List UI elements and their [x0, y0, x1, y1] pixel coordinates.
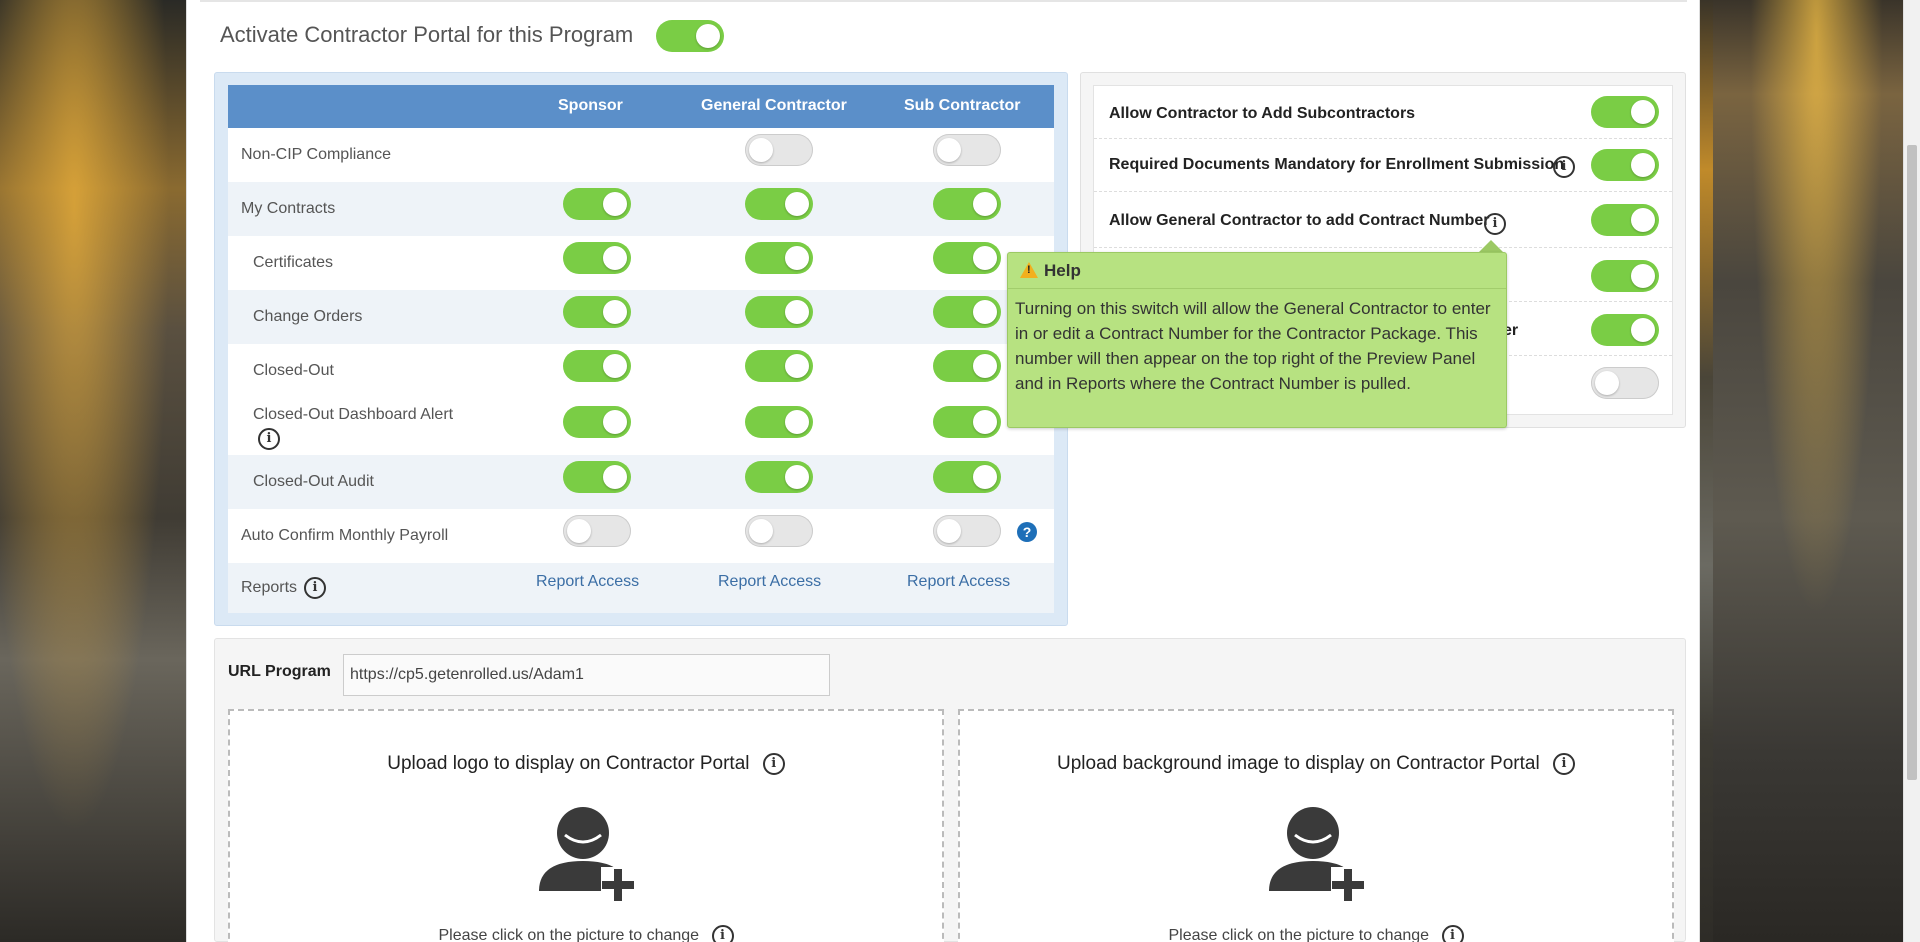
- sub-contractor-toggle[interactable]: [933, 515, 1001, 547]
- info-icon[interactable]: i: [1553, 156, 1575, 178]
- permission-row-closed-out: Closed-Out: [228, 344, 1054, 398]
- sponsor-toggle[interactable]: [563, 461, 631, 493]
- general-contractor-toggle[interactable]: [745, 296, 813, 328]
- row-label: Closed-Out Dashboard Alert: [253, 406, 454, 423]
- sub-contractor-report-access-link[interactable]: Report Access: [907, 573, 1010, 591]
- info-icon[interactable]: i: [762, 753, 785, 775]
- column-header-sub-contractor: Sub Contractor: [904, 97, 1021, 114]
- tooltip-header: Help: [1008, 253, 1506, 289]
- settings-page: Activate Contractor Portal for this Prog…: [186, 0, 1700, 942]
- page-scrollbar[interactable]: [1903, 0, 1920, 942]
- row-label: Closed-Out: [253, 362, 334, 379]
- sponsor-toggle[interactable]: [563, 515, 631, 547]
- portal-activation-toggle[interactable]: [656, 20, 724, 52]
- permission-row-closed-out-dashboard-alert: Closed-Out Dashboard Alert i: [228, 398, 1054, 455]
- url-program-label: URL Program: [228, 663, 331, 680]
- upload-background-box[interactable]: Upload background image to display on Co…: [958, 709, 1674, 942]
- info-icon[interactable]: i: [1484, 213, 1506, 235]
- row-label: Closed-Out Audit: [253, 473, 374, 490]
- upload-background-title: Upload background image to display on Co…: [960, 753, 1672, 775]
- general-contractor-toggle[interactable]: [745, 515, 813, 547]
- general-contractor-toggle[interactable]: [745, 188, 813, 220]
- help-question-icon[interactable]: ?: [1017, 522, 1037, 542]
- permission-row-auto-confirm-monthly-payroll: Auto Confirm Monthly Payroll ?: [228, 509, 1054, 563]
- info-icon[interactable]: i: [1552, 753, 1575, 775]
- row-label: Change Orders: [253, 308, 363, 325]
- general-contractor-report-access-link[interactable]: Report Access: [718, 573, 821, 591]
- option-row-contract-number: Allow General Contractor to add Contract…: [1094, 192, 1672, 248]
- option-row-add-subcontractors: Allow Contractor to Add Subcontractors: [1094, 86, 1672, 139]
- url-program-input[interactable]: [343, 654, 830, 696]
- add-subcontractors-toggle[interactable]: [1591, 96, 1659, 128]
- permissions-panel: Sponsor General Contractor Sub Contracto…: [214, 72, 1068, 626]
- general-contractor-toggle[interactable]: [745, 350, 813, 382]
- row-label: My Contracts: [241, 200, 336, 217]
- general-contractor-toggle[interactable]: [745, 406, 813, 438]
- sponsor-toggle[interactable]: [563, 188, 631, 220]
- permission-row-reports: Reports i Report Access Report Access Re…: [228, 563, 1054, 613]
- upload-background-subtitle: Please click on the picture to change i: [960, 925, 1672, 942]
- sub-contractor-toggle[interactable]: [933, 188, 1001, 220]
- sub-contractor-toggle[interactable]: [933, 296, 1001, 328]
- contract-number-toggle[interactable]: [1591, 204, 1659, 236]
- scrollbar-thumb[interactable]: [1907, 145, 1917, 780]
- column-header-sponsor: Sponsor: [558, 97, 623, 114]
- row-label: Reports: [241, 579, 298, 596]
- permission-row-certificates: Certificates: [228, 236, 1054, 290]
- permission-row-non-cip-compliance: Non-CIP Compliance: [228, 128, 1054, 182]
- background-image-right: [1713, 0, 1920, 942]
- tooltip-arrow: [1479, 240, 1503, 252]
- sub-contractor-toggle[interactable]: [933, 406, 1001, 438]
- permissions-header: Sponsor General Contractor Sub Contracto…: [228, 85, 1054, 128]
- row-label: Non-CIP Compliance: [241, 146, 391, 163]
- add-user-avatar-icon[interactable]: [537, 805, 637, 909]
- column-header-general-contractor: General Contractor: [701, 97, 847, 114]
- upload-logo-title: Upload logo to display on Contractor Por…: [230, 753, 942, 775]
- sub-contractor-toggle[interactable]: [933, 350, 1001, 382]
- upload-logo-box[interactable]: Upload logo to display on Contractor Por…: [228, 709, 944, 942]
- option-5-toggle[interactable]: [1591, 314, 1659, 346]
- sponsor-report-access-link[interactable]: Report Access: [536, 573, 639, 591]
- sponsor-toggle[interactable]: [563, 296, 631, 328]
- tooltip-body: Turning on this switch will allow the Ge…: [1015, 299, 1491, 393]
- info-icon[interactable]: i: [258, 428, 280, 450]
- permission-row-change-orders: Change Orders: [228, 290, 1054, 344]
- warning-icon: [1020, 262, 1038, 278]
- option-label: Required Documents Mandatory for Enrollm…: [1109, 156, 1565, 173]
- option-6-toggle[interactable]: [1591, 367, 1659, 399]
- info-icon[interactable]: i: [711, 925, 734, 942]
- tooltip-title: Help: [1044, 261, 1081, 280]
- general-contractor-toggle[interactable]: [745, 461, 813, 493]
- row-label: Certificates: [253, 254, 334, 271]
- sub-contractor-toggle[interactable]: [933, 134, 1001, 166]
- option-4-toggle[interactable]: [1591, 260, 1659, 292]
- permission-row-closed-out-audit: Closed-Out Audit: [228, 455, 1054, 509]
- general-contractor-toggle[interactable]: [745, 134, 813, 166]
- sub-contractor-toggle[interactable]: [933, 461, 1001, 493]
- option-label: Allow General Contractor to add Contract…: [1109, 212, 1490, 229]
- add-user-avatar-icon[interactable]: [1267, 805, 1367, 909]
- permissions-table: Sponsor General Contractor Sub Contracto…: [228, 85, 1054, 613]
- url-program-panel: URL Program Upload logo to display on Co…: [214, 638, 1686, 942]
- sponsor-toggle[interactable]: [563, 242, 631, 274]
- row-label: Auto Confirm Monthly Payroll: [241, 527, 449, 544]
- info-icon[interactable]: i: [304, 577, 326, 599]
- info-icon[interactable]: i: [1441, 925, 1464, 942]
- option-row-required-documents: Required Documents Mandatory for Enrollm…: [1094, 139, 1672, 192]
- required-documents-toggle[interactable]: [1591, 149, 1659, 181]
- sub-contractor-toggle[interactable]: [933, 242, 1001, 274]
- upload-logo-subtitle: Please click on the picture to change i: [230, 925, 942, 942]
- sponsor-toggle[interactable]: [563, 406, 631, 438]
- general-contractor-toggle[interactable]: [745, 242, 813, 274]
- background-image-left: [0, 0, 186, 942]
- permission-row-my-contracts: My Contracts: [228, 182, 1054, 236]
- sponsor-toggle[interactable]: [563, 350, 631, 382]
- help-tooltip: Help Turning on this switch will allow t…: [1007, 252, 1507, 428]
- portal-activation-title: Activate Contractor Portal for this Prog…: [220, 22, 634, 47]
- option-label: Allow Contractor to Add Subcontractors: [1109, 105, 1416, 122]
